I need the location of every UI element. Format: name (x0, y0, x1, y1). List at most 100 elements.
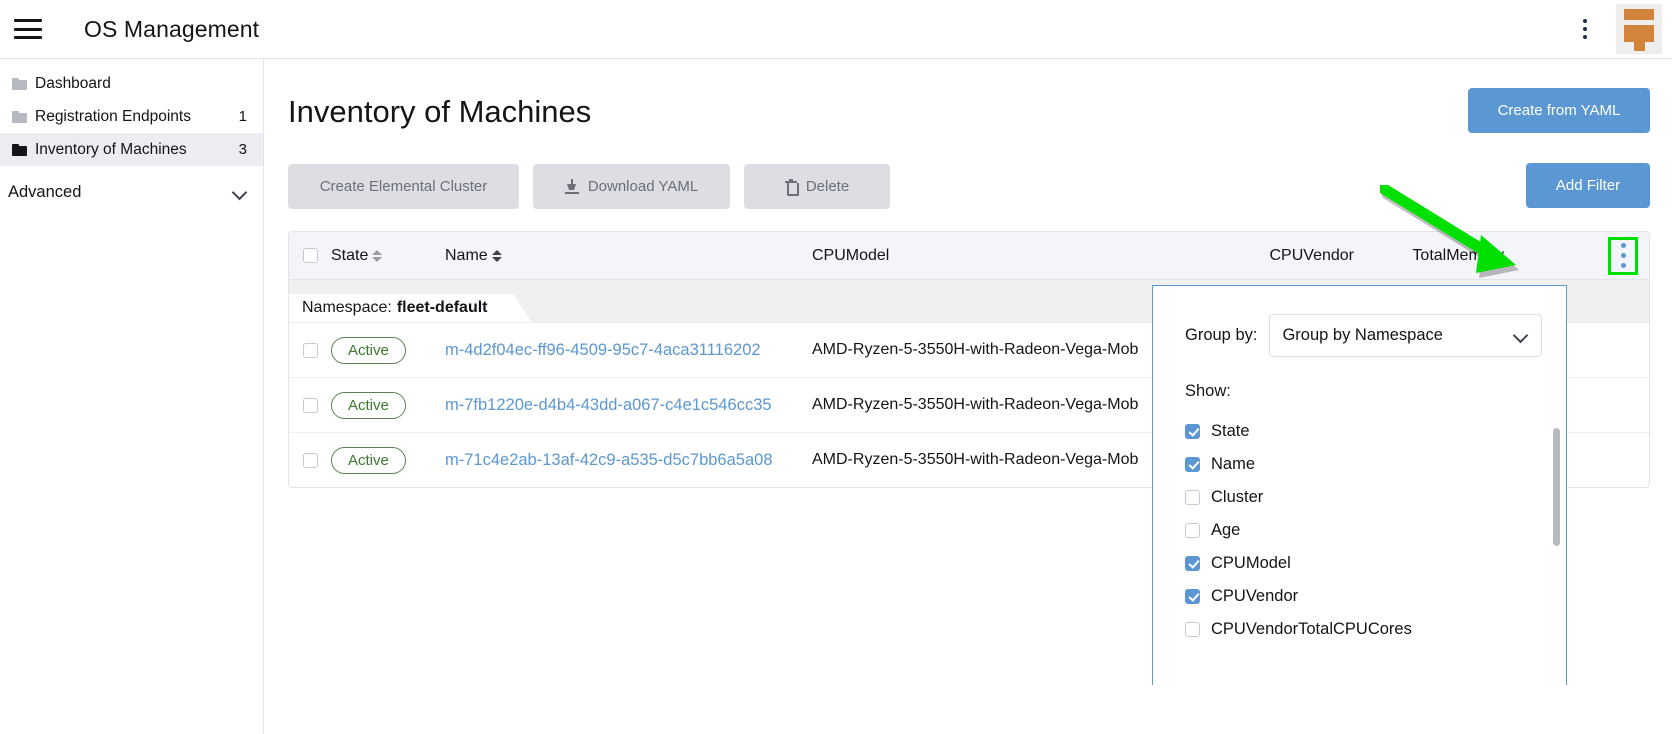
table-header-row: State Name CPUModel CPUVendor TotalMemor… (289, 232, 1649, 280)
show-option-label: CPUModel (1211, 554, 1291, 572)
sort-icon[interactable] (372, 249, 383, 263)
delete-label: Delete (805, 178, 850, 195)
show-option-checkbox[interactable] (1185, 457, 1200, 472)
add-filter-button[interactable]: Add Filter (1526, 163, 1650, 208)
machine-name-link[interactable]: m-7fb1220e-d4b4-43dd-a067-c4e1c546cc35 (445, 396, 772, 415)
column-header-cpuvendor[interactable]: CPUVendor (1244, 246, 1355, 265)
row-checkbox[interactable] (303, 452, 318, 468)
show-option-cluster[interactable]: Cluster (1185, 481, 1566, 514)
show-option-checkbox[interactable] (1185, 523, 1200, 538)
sidebar-group-advanced[interactable]: Advanced (0, 172, 263, 212)
show-option-name[interactable]: Name (1185, 448, 1566, 481)
sidebar-group-label: Advanced (8, 182, 82, 201)
column-header-state-label: State (331, 246, 369, 264)
folder-icon (12, 110, 27, 123)
show-option-label: State (1211, 422, 1250, 440)
page-title: Inventory of Machines (288, 94, 592, 129)
show-option-label: CPUVendorTotalCPUCores (1211, 620, 1412, 638)
column-options-kebab-icon[interactable] (1608, 236, 1638, 275)
chevron-down-icon (1515, 330, 1527, 342)
dropdown-scrollbar[interactable] (1553, 428, 1560, 678)
group-by-label: Group by: (1185, 326, 1258, 344)
trash-icon (784, 179, 799, 196)
column-header-totalmemory-label: TotalMemory (1412, 246, 1504, 264)
app-root: OS Management Dashboard Registration End… (0, 0, 1672, 734)
show-option-checkbox[interactable] (1185, 424, 1200, 439)
user-avatar-icon[interactable] (1616, 4, 1662, 54)
create-elemental-cluster-button[interactable]: Create Elemental Cluster (288, 164, 519, 209)
row-select-cell (289, 452, 331, 468)
show-option-state[interactable]: State (1185, 415, 1566, 448)
chevron-down-icon[interactable] (233, 185, 247, 199)
column-header-state[interactable]: State (331, 247, 445, 265)
row-name-cell: m-7fb1220e-d4b4-43dd-a067-c4e1c546cc35 (445, 396, 812, 415)
sidebar-item-registration-endpoints[interactable]: Registration Endpoints 1 (0, 100, 263, 133)
table-toolbar: Create Elemental Cluster Download YAML D… (288, 164, 890, 209)
status-badge: Active (331, 446, 406, 474)
folder-icon (12, 143, 27, 156)
group-by-value: Group by Namespace (1282, 326, 1443, 344)
machine-name-link[interactable]: m-71c4e2ab-13af-42c9-a535-d5c7bb6a5a08 (445, 451, 773, 470)
sidebar: Dashboard Registration Endpoints 1 Inven… (0, 59, 264, 734)
hamburger-icon[interactable] (14, 19, 42, 39)
group-label: Namespace: (302, 299, 392, 316)
show-option-age[interactable]: Age (1185, 514, 1566, 547)
app-title: OS Management (84, 15, 260, 42)
column-header-totalmemory[interactable]: TotalMemory (1354, 247, 1504, 265)
show-option-label: CPUVendor (1211, 587, 1299, 605)
sidebar-item-label: Dashboard (35, 74, 111, 92)
sidebar-item-inventory-of-machines[interactable]: Inventory of Machines 3 (0, 133, 263, 166)
show-option-label: Name (1211, 455, 1256, 473)
download-icon (564, 179, 579, 194)
select-all-cell (289, 248, 331, 263)
group-by-row: Group by: Group by Namespace (1153, 286, 1566, 357)
show-label: Show: (1185, 382, 1231, 400)
dropdown-scrollbar-thumb[interactable] (1553, 428, 1560, 546)
create-from-yaml-button[interactable]: Create from YAML (1468, 88, 1650, 133)
row-state-cell: Active (331, 336, 445, 364)
show-option-checkbox[interactable] (1185, 556, 1200, 571)
group-by-select[interactable]: Group by Namespace (1269, 314, 1543, 357)
sidebar-item-label: Registration Endpoints (35, 107, 191, 125)
column-header-cpumodel-label: CPUModel (812, 246, 890, 264)
kebab-menu-icon[interactable] (1568, 12, 1602, 46)
sidebar-item-dashboard[interactable]: Dashboard (0, 67, 263, 100)
folder-icon (12, 77, 27, 90)
row-checkbox[interactable] (303, 397, 318, 413)
select-all-checkbox[interactable] (303, 248, 318, 263)
group-tab-namespace: Namespace: fleet-default (289, 294, 532, 322)
show-option-label: Cluster (1211, 488, 1264, 506)
row-select-cell (289, 342, 331, 358)
sidebar-item-label: Inventory of Machines (35, 140, 187, 158)
download-yaml-button[interactable]: Download YAML (533, 164, 730, 209)
sidebar-item-count: 3 (238, 141, 247, 158)
row-checkbox[interactable] (303, 342, 318, 358)
delete-button[interactable]: Delete (744, 164, 890, 209)
column-header-name-label: Name (445, 246, 488, 264)
column-header-name[interactable]: Name (445, 247, 812, 265)
show-option-label: Age (1211, 521, 1241, 539)
show-option-checkbox[interactable] (1185, 622, 1200, 637)
show-option-checkbox[interactable] (1185, 589, 1200, 604)
sidebar-item-count: 1 (238, 108, 247, 125)
column-header-cpumodel[interactable]: CPUModel (812, 247, 1244, 265)
show-option-cpumodel[interactable]: CPUModel (1185, 547, 1566, 580)
machine-name-link[interactable]: m-4d2f04ec-ff96-4509-95c7-4aca31116202 (445, 341, 761, 360)
column-options-dropdown: Group by: Group by Namespace Show: State… (1152, 285, 1567, 685)
column-header-cpuvendor-label: CPUVendor (1269, 246, 1355, 264)
row-state-cell: Active (331, 391, 445, 419)
row-name-cell: m-4d2f04ec-ff96-4509-95c7-4aca31116202 (445, 341, 812, 360)
status-badge: Active (331, 391, 406, 419)
show-option-cpuvendortotalcpucores[interactable]: CPUVendorTotalCPUCores (1185, 613, 1566, 646)
top-bar-right (1568, 0, 1672, 59)
show-option-checkbox[interactable] (1185, 490, 1200, 505)
row-name-cell: m-71c4e2ab-13af-42c9-a535-d5c7bb6a5a08 (445, 451, 812, 470)
show-options-list: State Name Cluster Age CPUModel CPUVendo… (1153, 415, 1566, 646)
show-option-cpuvendor[interactable]: CPUVendor (1185, 580, 1566, 613)
group-value: fleet-default (396, 299, 488, 316)
sort-icon[interactable] (491, 249, 502, 263)
top-bar: OS Management (0, 0, 1672, 59)
download-yaml-label: Download YAML (587, 178, 699, 195)
row-state-cell: Active (331, 446, 445, 474)
table-actions-cell (1608, 236, 1649, 275)
